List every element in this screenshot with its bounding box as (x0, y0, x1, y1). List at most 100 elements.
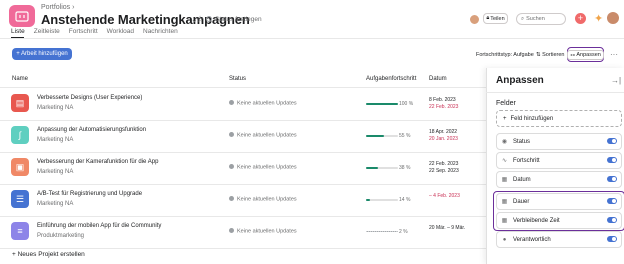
progress-percent: 55 % (399, 133, 411, 139)
progress-bar (366, 199, 398, 201)
project-date[interactable]: 18 Apr. 2022 20 Jan. 2023 (429, 129, 458, 142)
sparkle-icon[interactable]: ✦ (594, 12, 603, 25)
project-status[interactable]: Keine aktuellen Updates (229, 100, 297, 107)
divider (0, 87, 486, 88)
divider (0, 248, 486, 249)
field-row-status: ◉ Status (496, 133, 622, 150)
more-options-icon[interactable]: ··· (610, 50, 618, 59)
project-date[interactable]: 22 Feb. 2023 22 Sep. 2023 (429, 161, 459, 174)
briefcase-icon: ▣ (11, 158, 29, 176)
document-icon: ▤ (11, 94, 29, 112)
sort-icon: ⇅ (536, 52, 541, 58)
search-input[interactable]: ⌕ Suchen (516, 13, 566, 25)
project-date[interactable]: 20 Mär. – 9 Mär. (429, 225, 465, 232)
progress-percent: 38 % (399, 165, 411, 171)
search-icon: ⌕ (521, 15, 525, 22)
divider (0, 120, 486, 121)
tab-zeitleiste[interactable]: Zeitleiste (34, 28, 60, 35)
field-label: Verantwortlich (513, 236, 551, 243)
field-toggle[interactable] (607, 176, 617, 182)
view-tabs: Liste Zeitleiste Fortschritt Workload Na… (11, 28, 178, 35)
status-dot-icon (229, 164, 234, 169)
project-team: Produktmarketing (37, 233, 85, 239)
status-dot-icon (229, 228, 234, 233)
progress-bar (366, 103, 398, 105)
curve-icon: ∫ (11, 126, 29, 144)
customize-button[interactable]: ⚏ Anpassen (567, 47, 604, 62)
tab-workload[interactable]: Workload (107, 28, 134, 35)
progress-type-button[interactable]: Fortschrittstyp: Aufgabe (476, 52, 534, 58)
project-team: Marketing NA (37, 169, 74, 175)
column-header-date[interactable]: Datum (429, 76, 447, 82)
customize-icon: ⚏ (570, 51, 576, 58)
breadcrumb[interactable]: Portfolios › (41, 4, 74, 11)
share-button[interactable]: 🔒︎ Teilen (483, 13, 508, 24)
project-name[interactable]: Einführung der mobilen App für die Commu… (37, 223, 161, 229)
field-label: Fortschritt (513, 157, 540, 164)
tab-nachrichten[interactable]: Nachrichten (143, 28, 178, 35)
portfolio-folder-icon (9, 5, 35, 27)
project-status[interactable]: Keine aktuellen Updates (229, 132, 297, 139)
divider (0, 152, 486, 153)
date-start: 22 Feb. 2023 (429, 161, 459, 167)
list-icon: ☰ (11, 190, 29, 208)
field-toggle[interactable] (607, 138, 617, 144)
date-start: 8 Feb. 2023 (429, 97, 456, 103)
status-dot-icon (229, 196, 234, 201)
column-header-progress[interactable]: Aufgabenfortschritt (366, 76, 416, 82)
member-avatar[interactable] (469, 14, 480, 25)
tab-fortschritt[interactable]: Fortschritt (69, 28, 98, 35)
sort-button[interactable]: ⇅ Sortieren (536, 52, 564, 58)
progress-bar (366, 135, 398, 137)
plus-icon: + (503, 115, 507, 122)
lock-icon: 🔒︎ (486, 15, 490, 21)
column-header-name[interactable]: Name (12, 76, 28, 82)
progress-icon: ∿ (501, 158, 508, 164)
project-status[interactable]: Keine aktuellen Updates (229, 196, 297, 203)
project-name[interactable]: A/B-Test für Registrierung und Upgrade (37, 191, 142, 197)
close-panel-icon[interactable]: →| (611, 76, 621, 85)
progress-bar (366, 231, 398, 232)
date-end: 20 Jan. 2023 (429, 135, 458, 142)
set-status-button[interactable]: Status festlegen (206, 16, 262, 23)
create-button[interactable]: + (575, 13, 586, 24)
date-end: 20 Mär. – 9 Mär. (429, 225, 466, 231)
field-row-fortschritt: ∿ Fortschritt (496, 152, 622, 169)
status-dot-icon (229, 132, 234, 137)
field-toggle[interactable] (607, 157, 617, 163)
user-avatar[interactable] (607, 12, 619, 24)
status-icon: ◉ (501, 139, 508, 145)
field-label: Status (513, 138, 531, 145)
field-label: Datum (513, 176, 531, 183)
divider (0, 216, 486, 217)
field-toggle[interactable] (607, 236, 617, 242)
divider (486, 92, 624, 93)
progress-percent: 14 % (399, 197, 411, 203)
add-work-button[interactable]: + Arbeit hinzufügen (12, 48, 72, 60)
project-name[interactable]: Verbesserte Designs (User Experience) (37, 95, 142, 101)
divider (0, 38, 624, 39)
field-row-verantwortlich: ● Verantwortlich (496, 231, 622, 248)
project-status[interactable]: Keine aktuellen Updates (229, 228, 297, 235)
tab-liste[interactable]: Liste (11, 28, 25, 35)
add-field-button[interactable]: + Feld hinzufügen (496, 110, 622, 127)
divider (0, 184, 486, 185)
date-end: 22 Sep. 2023 (429, 167, 459, 174)
menu-icon: ≡ (11, 222, 29, 240)
progress-bar (366, 167, 398, 169)
field-row-datum: ▦ Datum (496, 171, 622, 188)
status-dot-icon (229, 100, 234, 105)
star-icon[interactable]: ☆ (196, 14, 204, 25)
date-end: – 4 Feb. 2023 (429, 193, 460, 199)
project-status[interactable]: Keine aktuellen Updates (229, 164, 297, 171)
project-team: Marketing NA (37, 201, 74, 207)
fields-heading: Felder (496, 100, 516, 107)
project-date[interactable]: 8 Feb. 2023 22 Feb. 2023 (429, 97, 458, 110)
project-date[interactable]: – 4 Feb. 2023 (429, 193, 460, 200)
project-name[interactable]: Verbesserung der Kamerafunktion für die … (37, 159, 158, 165)
column-header-status[interactable]: Status (229, 76, 246, 82)
highlight-frame (493, 191, 624, 231)
project-name[interactable]: Anpassung der Automatisierungsfunktion (37, 127, 146, 133)
new-project-button[interactable]: + Neues Projekt erstellen (12, 251, 85, 258)
panel-title: Anpassen (496, 75, 544, 86)
